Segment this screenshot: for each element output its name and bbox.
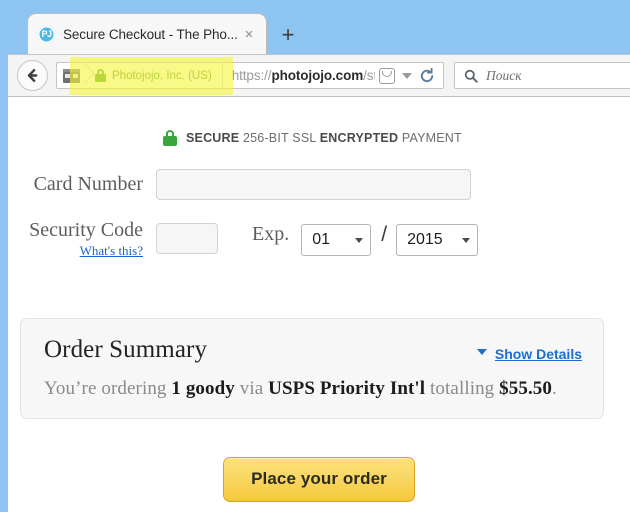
lock-icon xyxy=(95,69,106,82)
expiration-month-value: 01 xyxy=(312,231,331,248)
secure-banner-text: SECURE 256-BIT SSL ENCRYPTED PAYMENT xyxy=(186,131,462,145)
url-prefix: https:// xyxy=(231,68,272,83)
ev-certificate-label: Photojojo, Inc. (US) xyxy=(112,69,212,82)
page-content: SECURE 256-BIT SSL ENCRYPTED PAYMENT Car… xyxy=(8,97,630,512)
show-details-label: Show Details xyxy=(494,345,582,362)
triangle-down-icon xyxy=(476,348,487,355)
photojojo-favicon: PJ xyxy=(38,25,55,43)
chevron-down-icon xyxy=(462,237,471,243)
tab-secure-checkout[interactable]: PJ Secure Checkout - The Pho... × xyxy=(27,13,267,54)
reload-icon[interactable] xyxy=(419,67,435,84)
order-summary-line: You’re ordering 1 goody via USPS Priorit… xyxy=(44,378,582,400)
order-quantity: 1 goody xyxy=(171,377,235,399)
url-bar[interactable]: Photojojo, Inc. (US) https://photojojo.c… xyxy=(56,62,444,89)
order-total: $55.50 xyxy=(499,377,552,399)
close-icon[interactable]: × xyxy=(240,25,258,43)
show-details-toggle[interactable]: Show Details xyxy=(476,345,582,362)
new-tab-button[interactable]: + xyxy=(276,24,300,48)
url-bar-actions xyxy=(375,67,443,84)
expiration-year-value: 2015 xyxy=(407,231,443,248)
search-icon xyxy=(464,69,478,83)
navigation-toolbar: Photojojo, Inc. (US) https://photojojo.c… xyxy=(8,54,630,97)
ev-certificate-chip[interactable]: Photojojo, Inc. (US) xyxy=(86,63,223,88)
payment-word: PAYMENT xyxy=(401,131,462,145)
expiration-separator: / xyxy=(381,223,388,246)
order-summary-card: Order Summary Show Details You’re orderi… xyxy=(20,317,604,419)
order-summary-header: Order Summary Show Details xyxy=(44,336,582,364)
chevron-down-icon[interactable] xyxy=(402,72,412,79)
card-number-label: Card Number xyxy=(33,173,143,195)
search-box[interactable]: Поиск xyxy=(454,62,630,89)
order-line-via: via xyxy=(234,377,269,399)
security-code-label: Security Code What's this? xyxy=(20,219,156,259)
chevron-down-icon xyxy=(355,237,364,243)
tab-strip: PJ Secure Checkout - The Pho... × + xyxy=(0,0,630,54)
order-summary-title: Order Summary xyxy=(44,335,208,363)
expiration-label: Exp. xyxy=(252,223,290,245)
secure-payment-banner: SECURE 256-BIT SSL ENCRYPTED PAYMENT xyxy=(163,130,630,146)
security-code-input[interactable] xyxy=(156,223,218,254)
card-number-input[interactable] xyxy=(156,169,471,200)
favicon-label: PJ xyxy=(41,28,52,39)
browser-window: PJ Secure Checkout - The Pho... × + Phot… xyxy=(0,0,630,512)
place-order-button[interactable]: Place your order xyxy=(223,456,415,502)
order-line-period: . xyxy=(552,377,557,399)
card-number-row: Card Number xyxy=(20,169,630,200)
expiration-year-select[interactable]: 2015 xyxy=(396,224,479,256)
search-placeholder: Поиск xyxy=(486,67,522,83)
bit-ssl-word: 256-BIT SSL xyxy=(242,131,317,145)
expiration-month-select[interactable]: 01 xyxy=(301,224,372,256)
security-code-row: Security Code What's this? Exp. 01 / 201… xyxy=(20,219,630,259)
url-path: /store/newchec xyxy=(363,68,375,83)
whats-this-link[interactable]: What's this? xyxy=(20,243,143,259)
security-code-label-text: Security Code xyxy=(29,219,143,241)
place-order-wrap: Place your order xyxy=(8,456,630,502)
order-shipping-method: USPS Priority Int'l xyxy=(268,377,426,399)
order-line-totalling: totalling xyxy=(425,377,500,399)
back-arrow-icon xyxy=(27,69,38,82)
tab-title: Secure Checkout - The Pho... xyxy=(63,26,238,42)
pocket-icon[interactable] xyxy=(379,67,395,84)
green-padlock-icon xyxy=(163,130,177,146)
url-text: https://photojojo.com/store/newchec xyxy=(223,68,375,83)
encrypted-word: ENCRYPTED xyxy=(319,131,399,145)
back-button[interactable] xyxy=(17,60,48,91)
url-domain: photojojo.com xyxy=(271,68,364,83)
order-line-prefix: You’re ordering xyxy=(44,377,172,399)
secure-word: SECURE xyxy=(186,131,240,145)
